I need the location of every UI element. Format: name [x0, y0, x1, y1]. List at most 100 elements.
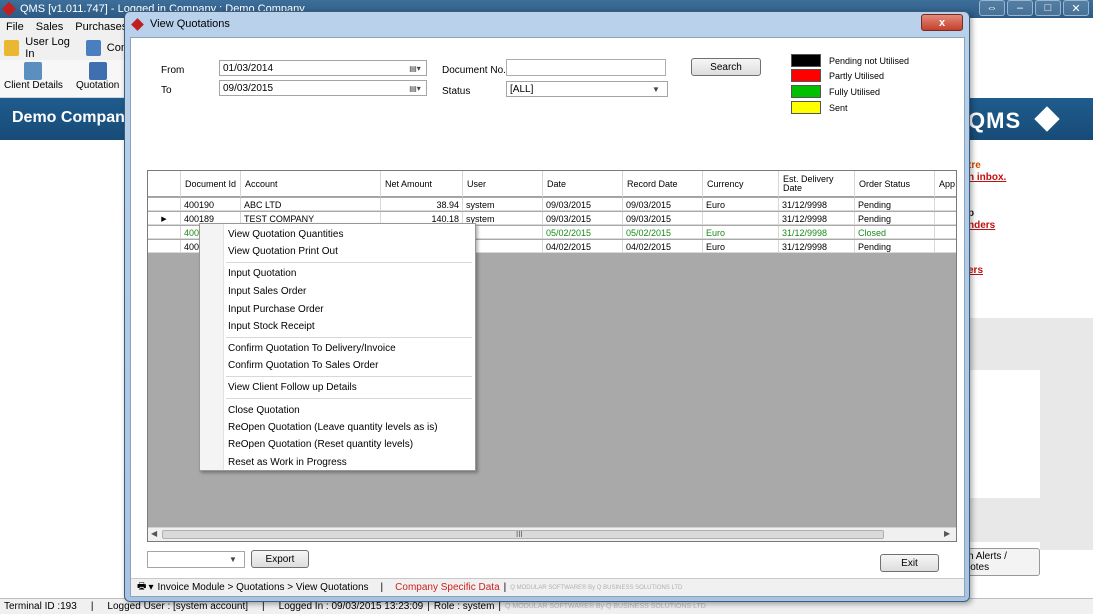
column-net-amount[interactable]: Net Amount	[381, 171, 463, 197]
logged-in-time: Logged In : 09/03/2015 13:23:09	[278, 601, 424, 612]
menu-item-view-quotation-quantities[interactable]: View Quotation Quantities	[228, 229, 343, 240]
menu-item-input-quotation[interactable]: Input Quotation	[228, 268, 296, 279]
cell-record-date: 05/02/2015	[623, 226, 703, 239]
column-app[interactable]: App	[935, 171, 956, 197]
menu-item-reopen-leave-quantity[interactable]: ReOpen Quotation (Leave quantity levels …	[228, 422, 438, 433]
menu-separator	[226, 398, 472, 399]
restore-icon[interactable]: ⇔	[979, 0, 1005, 16]
cell-app	[935, 198, 956, 211]
client-details-button[interactable]: Client Details	[4, 62, 63, 91]
menu-item-reset-work-in-progress[interactable]: Reset as Work in Progress	[228, 457, 347, 468]
document-no-input[interactable]	[506, 59, 666, 76]
scroll-thumb[interactable]	[162, 530, 884, 539]
cell-est-delivery: 31/12/9998	[779, 198, 855, 211]
chevron-down-icon[interactable]: ▼	[224, 553, 242, 565]
cell-order-status: Pending	[855, 212, 935, 225]
company-specific-data-label: Company Specific Data	[395, 582, 500, 593]
terminal-id: Terminal ID :193	[4, 601, 77, 612]
calendar-dropdown-icon[interactable]: ▤▾	[406, 62, 424, 74]
legend-label-sent: Sent	[829, 103, 848, 113]
software-credit: Q MODULAR SOFTWARE® By Q BUSINESS SOLUTI…	[510, 584, 683, 591]
legend-swatch-pending	[791, 54, 821, 67]
legend-label-fully: Fully Utilised	[829, 87, 881, 97]
cell-currency: Euro	[703, 226, 779, 239]
menu-item-confirm-to-sales-order[interactable]: Confirm Quotation To Sales Order	[228, 360, 378, 371]
company-name: Demo Compan	[12, 109, 125, 126]
table-row[interactable]: 400190 ABC LTD 38.94 system 09/03/2015 09/03/…	[148, 198, 956, 211]
cell-date: 04/02/2015	[543, 240, 623, 253]
status-label: Status	[442, 86, 471, 97]
menu-item-view-quotation-print-out[interactable]: View Quotation Print Out	[228, 246, 338, 257]
minimize-icon[interactable]: –	[1007, 0, 1033, 16]
cell-record-date: 09/03/2015	[623, 198, 703, 211]
row-header[interactable]	[148, 226, 181, 239]
cell-date: 05/02/2015	[543, 226, 623, 239]
export-format-select[interactable]: ▼	[147, 551, 245, 568]
dialog-close-button[interactable]: x	[921, 14, 963, 31]
printer-icon[interactable]: 🖶	[137, 579, 146, 596]
user-login-icon[interactable]	[4, 40, 20, 56]
breadcrumb: Invoice Module > Quotations > View Quota…	[157, 582, 369, 593]
dialog-logo-icon	[131, 17, 144, 31]
chevron-down-icon[interactable]: ▾	[148, 582, 153, 593]
cell-record-date: 04/02/2015	[623, 240, 703, 253]
chevron-down-icon[interactable]: ▼	[647, 83, 665, 95]
menu-separator	[226, 337, 472, 338]
export-button[interactable]: Export	[251, 550, 309, 568]
right-panel-orders-link[interactable]: ers	[968, 265, 983, 276]
scroll-left-icon[interactable]: ◀	[151, 529, 157, 538]
legend-label-pending: Pending not Utilised	[829, 56, 910, 66]
quotation-button[interactable]: Quotation	[76, 62, 119, 91]
status-select[interactable]: [ALL] ▼	[506, 81, 668, 97]
maximize-icon[interactable]: □	[1035, 0, 1061, 16]
menu-file[interactable]: File	[0, 21, 30, 33]
company-icon[interactable]	[85, 40, 101, 56]
exit-button[interactable]: Exit	[880, 554, 939, 572]
column-user[interactable]: User	[463, 171, 543, 197]
column-currency[interactable]: Currency	[703, 171, 779, 197]
calendar-dropdown-icon[interactable]: ▤▾	[406, 82, 424, 94]
document-no-label: Document No.	[442, 65, 506, 76]
cell-currency: Euro	[703, 198, 779, 211]
column-account[interactable]: Account	[241, 171, 381, 197]
menu-item-input-purchase-order[interactable]: Input Purchase Order	[228, 304, 324, 315]
from-date-picker[interactable]: 01/03/2014 ▤▾	[219, 60, 427, 76]
menu-item-close-quotation[interactable]: Close Quotation	[228, 405, 300, 416]
scroll-right-icon[interactable]: ▶	[944, 529, 950, 538]
menu-item-input-sales-order[interactable]: Input Sales Order	[228, 286, 306, 297]
right-panel-reminders-link[interactable]: nders	[968, 220, 995, 231]
cell-document-id: 400190	[181, 198, 241, 211]
background-logo-shape	[970, 498, 1093, 542]
cell-date: 09/03/2015	[543, 212, 623, 225]
software-credit: Q MODULAR SOFTWARE® By Q BUSINESS SOLUTI…	[505, 603, 706, 610]
user-role: Role : system	[433, 601, 495, 612]
column-document-id[interactable]: Document Id	[181, 171, 241, 197]
cell-est-delivery: 31/12/9998	[779, 212, 855, 225]
menu-item-confirm-to-delivery-invoice[interactable]: Confirm Quotation To Delivery/Invoice	[228, 343, 396, 354]
column-order-status[interactable]: Order Status	[855, 171, 935, 197]
row-header[interactable]: ▶	[148, 212, 181, 225]
row-header[interactable]	[148, 240, 181, 253]
close-icon[interactable]: ✕	[1063, 0, 1089, 16]
row-header[interactable]	[148, 198, 181, 211]
quotation-icon	[88, 62, 107, 80]
cell-est-delivery: 31/12/9998	[779, 240, 855, 253]
cell-order-status: Pending	[855, 198, 935, 211]
grid-horizontal-scrollbar[interactable]: ◀ III ▶	[148, 527, 956, 541]
to-date-picker[interactable]: 09/03/2015 ▤▾	[219, 80, 427, 96]
row-header-column	[148, 171, 181, 197]
push-alerts-notes-button[interactable]: sh Alerts / Notes	[962, 548, 1040, 576]
column-date[interactable]: Date	[543, 171, 623, 197]
legend-swatch-sent	[791, 101, 821, 114]
column-record-date[interactable]: Record Date	[623, 171, 703, 197]
search-button[interactable]: Search	[691, 58, 761, 76]
right-panel-inbox-link[interactable]: n inbox.	[968, 172, 1006, 183]
cell-app	[935, 212, 956, 225]
menu-item-view-client-follow-up[interactable]: View Client Follow up Details	[228, 382, 357, 393]
menu-item-input-stock-receipt[interactable]: Input Stock Receipt	[228, 321, 315, 332]
column-est-delivery-date[interactable]: Est. Delivery Date	[779, 171, 855, 197]
cell-order-status: Closed	[855, 226, 935, 239]
menu-item-reopen-reset-quantity[interactable]: ReOpen Quotation (Reset quantity levels)	[228, 439, 413, 450]
menu-sales[interactable]: Sales	[30, 21, 70, 33]
user-login-button[interactable]: User Log In	[25, 36, 79, 60]
